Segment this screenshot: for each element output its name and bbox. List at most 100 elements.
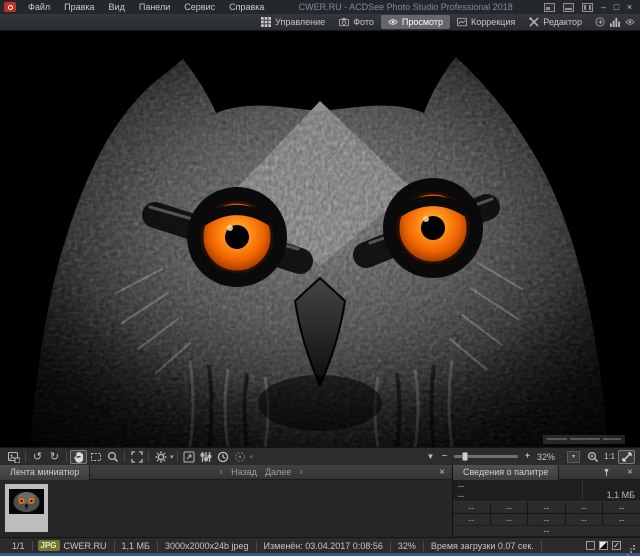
status-filesize: 1,1 МБ — [115, 541, 157, 551]
mode-manage-label: Управление — [275, 17, 325, 27]
mode-develop-label: Коррекция — [471, 17, 515, 27]
filmstrip-header: Лента миниатюр ‹ Назад Далее › × — [0, 465, 452, 480]
pan-tool-icon[interactable] — [70, 450, 87, 464]
palette-tab[interactable]: Сведения о палитре — [453, 465, 559, 480]
owl-photo — [0, 31, 640, 447]
pin-icon[interactable] — [595, 468, 618, 477]
image-viewer[interactable] — [0, 31, 640, 447]
menu-view[interactable]: Вид — [102, 2, 132, 12]
watermark — [543, 435, 625, 444]
forward-chevron-icon[interactable]: › — [299, 466, 303, 478]
menu-help[interactable]: Справка — [222, 2, 271, 12]
grid-icon — [261, 17, 271, 27]
slideshow-timer-icon[interactable] — [215, 450, 232, 464]
develop-icon — [457, 17, 467, 27]
mode-view-button[interactable]: Просмотр — [381, 15, 450, 29]
filmstrip-close-icon[interactable]: × — [432, 467, 452, 478]
filmstrip-body — [0, 480, 452, 537]
title-bar: Файл Правка Вид Панели Сервис Справка CW… — [0, 0, 640, 14]
menu-panels[interactable]: Панели — [132, 2, 177, 12]
palette-info-panel: Сведения о палитре × -- -- 1,1 МБ -- -- … — [453, 465, 640, 537]
menu-edit[interactable]: Правка — [57, 2, 101, 12]
auto-advance-caret[interactable]: ▾ — [250, 453, 254, 461]
zoom-tool-icon[interactable] — [104, 450, 121, 464]
status-contrast-icon[interactable] — [599, 541, 608, 550]
panel-collapse-icon[interactable]: ▼ — [422, 450, 439, 464]
status-loadtime: Время загрузки 0.07 сек. — [424, 541, 541, 551]
status-bar: 1/1 JPG CWER.RU 1,1 МБ 3000x2000x24b jpe… — [0, 537, 640, 553]
palette-line-1: -- — [458, 481, 577, 491]
settings-gear-icon[interactable] — [152, 450, 169, 464]
zoom-percent-value: 32% — [537, 452, 563, 462]
maximize-button[interactable]: □ — [610, 1, 623, 13]
back-chevron-icon[interactable]: ‹ — [219, 466, 223, 478]
auto-advance-icon[interactable] — [232, 450, 249, 464]
thumbnail-selected[interactable] — [5, 484, 48, 532]
palette-header: Сведения о палитре × — [453, 465, 640, 480]
acdsee-365-icon[interactable] — [595, 17, 605, 27]
menu-file[interactable]: Файл — [21, 2, 57, 12]
palette-cell: -- — [491, 514, 528, 525]
palette-summary: -- -- 1,1 МБ — [453, 480, 640, 502]
mode-photos-button[interactable]: Фото — [332, 15, 381, 29]
zoom-in-lens-icon[interactable] — [584, 450, 601, 464]
zoom-slider-knob[interactable] — [462, 452, 468, 461]
back-button[interactable]: Назад — [231, 467, 257, 477]
fullscreen-icon[interactable] — [128, 450, 145, 464]
filmstrip-panel: Лента миниатюр ‹ Назад Далее › × — [0, 465, 453, 537]
filmstrip-tab[interactable]: Лента миниатюр — [0, 465, 90, 480]
bottom-panels: Лента миниатюр ‹ Назад Далее › × — [0, 465, 640, 537]
status-filename: CWER.RU — [62, 541, 114, 551]
palette-cell: -- — [528, 502, 565, 513]
rotate-right-icon[interactable]: ↻ — [46, 450, 63, 464]
palette-cell: -- — [566, 502, 603, 513]
filters-sliders-icon[interactable] — [198, 450, 215, 464]
zoom-slider[interactable] — [454, 455, 518, 458]
minimize-button[interactable]: – — [597, 1, 610, 13]
histogram-icon[interactable] — [610, 17, 620, 27]
palette-footer: -- — [453, 526, 640, 536]
layout-toggle-1-icon[interactable] — [544, 3, 555, 12]
close-button[interactable]: × — [623, 1, 636, 13]
fit-image-button[interactable] — [618, 450, 635, 464]
status-checkbox-icon[interactable]: ✓ — [612, 541, 621, 550]
status-position: 1/1 — [5, 541, 32, 551]
status-square-icon[interactable] — [586, 541, 595, 550]
palette-footer-value: -- — [544, 526, 550, 536]
palette-cell: -- — [453, 502, 490, 513]
gear-dropdown-caret[interactable]: ▾ — [170, 453, 174, 461]
palette-file-size: 1,1 МБ — [607, 490, 635, 500]
actual-size-button[interactable]: 1:1 — [601, 450, 618, 464]
rotate-left-icon[interactable]: ↺ — [29, 450, 46, 464]
mode-edit-label: Редактор — [543, 17, 582, 27]
mode-edit-button[interactable]: Редактор — [522, 15, 589, 29]
camera-icon — [339, 17, 349, 27]
layout-toggle-3-icon[interactable] — [582, 3, 593, 12]
resize-grip[interactable] — [627, 542, 635, 550]
save-as-icon[interactable] — [5, 450, 22, 464]
zoom-out-button[interactable]: − — [439, 451, 450, 462]
zoom-preset-dropdown[interactable]: ▾ — [567, 451, 580, 463]
mode-photos-label: Фото — [353, 17, 374, 27]
mode-manage-button[interactable]: Управление — [254, 15, 332, 29]
external-editor-icon[interactable] — [181, 450, 198, 464]
select-tool-icon[interactable] — [87, 450, 104, 464]
view-toolbar: ↺ ↻ ▾ ▾ ▼ − + 32% ▾ 1:1 — [0, 447, 640, 465]
palette-line-2: -- — [458, 491, 577, 501]
zoom-in-button[interactable]: + — [522, 451, 533, 462]
quick-view-eye-icon[interactable] — [625, 17, 635, 27]
forward-button[interactable]: Далее — [265, 467, 291, 477]
window-title: CWER.RU - ACDSee Photo Studio Profession… — [271, 2, 540, 12]
palette-cell: -- — [491, 502, 528, 513]
mode-toolbar: Управление Фото Просмотр Коррекция Редак… — [0, 14, 640, 31]
palette-cell: -- — [453, 514, 490, 525]
menu-tools[interactable]: Сервис — [177, 2, 222, 12]
palette-cell: -- — [566, 514, 603, 525]
palette-grid: -- -- -- -- -- -- -- -- -- -- — [453, 502, 640, 525]
status-dimensions: 3000x2000x24b jpeg — [158, 541, 256, 551]
mode-develop-button[interactable]: Коррекция — [450, 15, 522, 29]
palette-close-icon[interactable]: × — [620, 467, 640, 478]
layout-toggle-2-icon[interactable] — [563, 3, 574, 12]
mode-view-label: Просмотр — [402, 17, 443, 27]
palette-cell: -- — [603, 514, 640, 525]
